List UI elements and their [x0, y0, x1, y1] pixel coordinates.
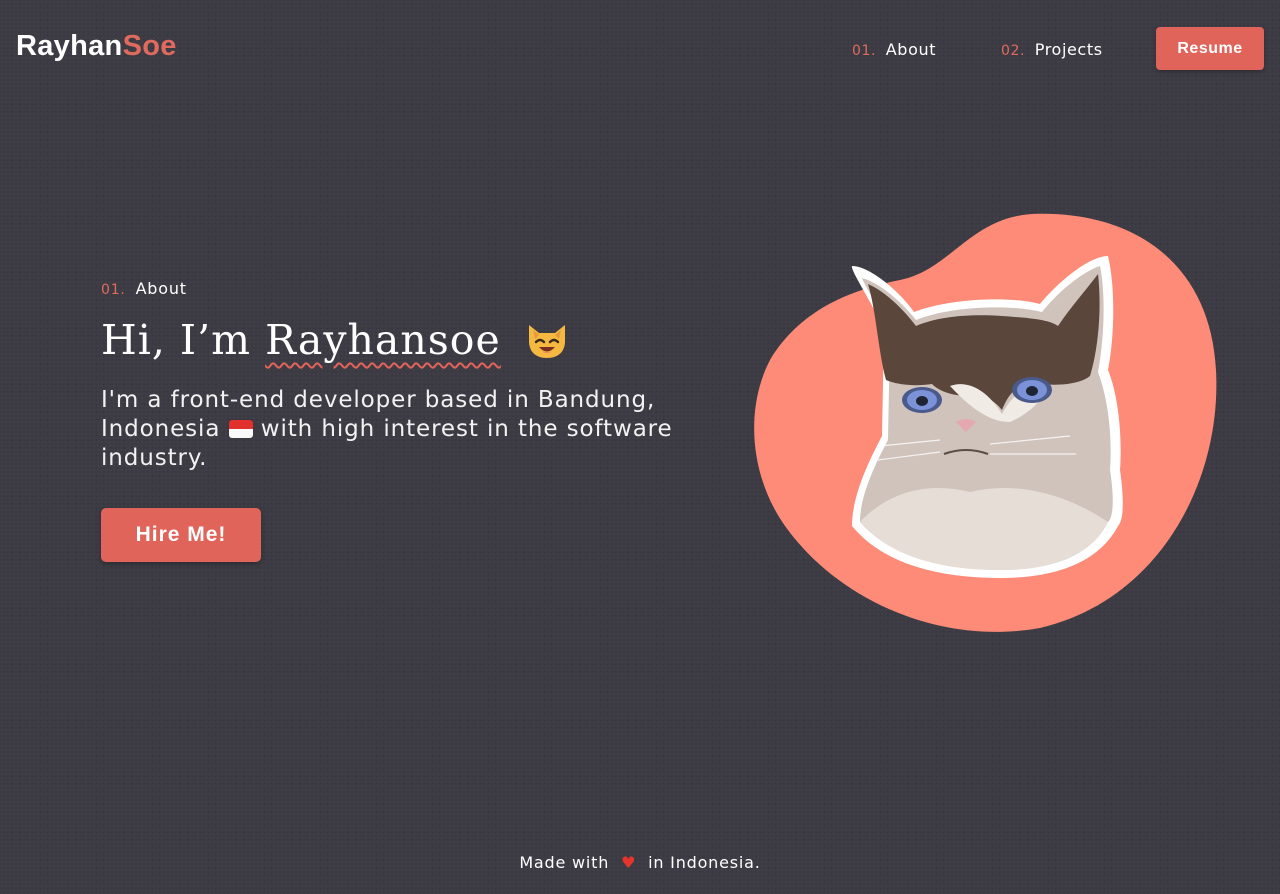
hero-heading: Hi, I’m Rayhansoe	[101, 316, 569, 369]
footer-text-after: in Indonesia.	[648, 853, 761, 872]
site-logo[interactable]: RayhanSoe	[16, 30, 177, 63]
cat-face-icon	[525, 319, 569, 369]
heart-icon: ♥	[621, 853, 637, 872]
nav-label: Projects	[1034, 40, 1103, 59]
hire-me-button[interactable]: Hire Me!	[101, 508, 261, 562]
section-label: 01. About	[101, 279, 187, 298]
footer-text-before: Made with	[519, 853, 610, 872]
nav-link-about[interactable]: 01. About	[852, 40, 936, 59]
nav-label: About	[885, 40, 937, 59]
section-title: About	[135, 279, 187, 298]
nav-number: 02.	[1001, 43, 1026, 59]
footer: Made with ♥ in Indonesia.	[0, 853, 1280, 872]
logo-text-main: Rayhan	[16, 30, 123, 62]
grumpy-cat-photo	[851, 256, 1123, 578]
hero-greeting: Hi, I’m	[101, 316, 252, 364]
section-number: 01.	[101, 282, 126, 298]
logo-text-accent: Soe	[122, 30, 177, 62]
hero-intro: I'm a front-end developer based in Bandu…	[101, 386, 681, 473]
indonesia-flag-icon	[228, 420, 253, 438]
resume-button[interactable]: Resume	[1156, 27, 1264, 70]
hero-illustration	[740, 200, 1230, 644]
nav-number: 01.	[852, 43, 877, 59]
hero-name: Rayhansoe	[265, 316, 501, 364]
nav-link-projects[interactable]: 02. Projects	[1001, 40, 1103, 59]
